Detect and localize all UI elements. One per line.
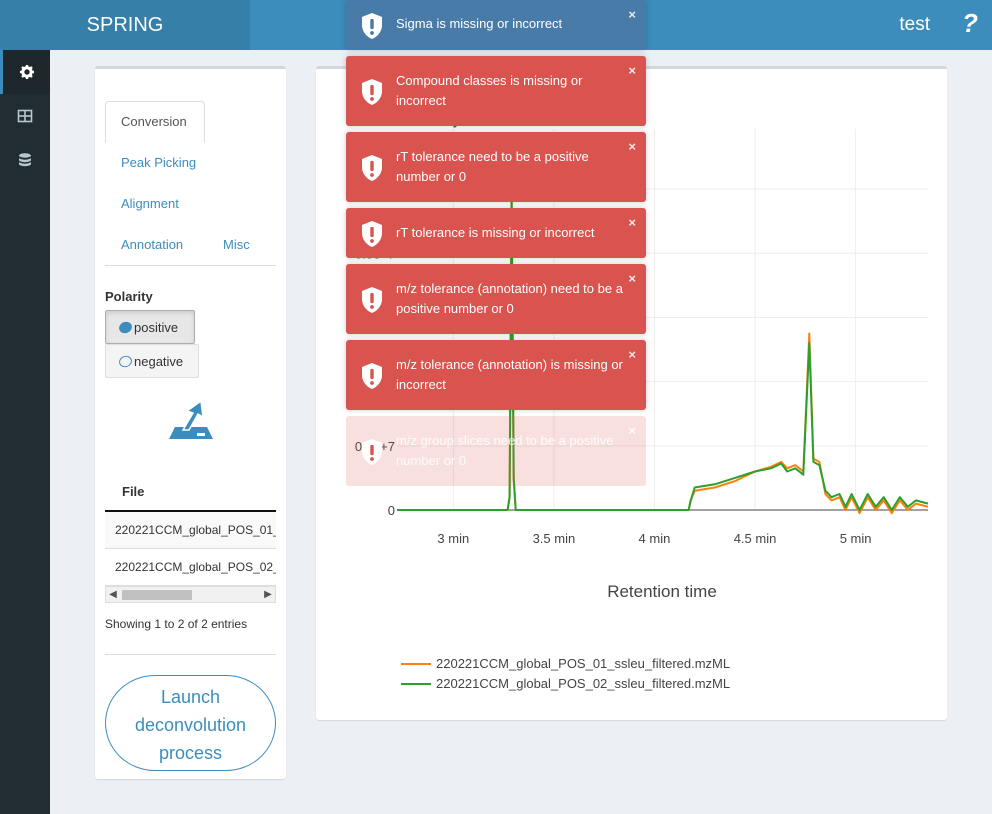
shield-exclamation-icon — [362, 221, 382, 247]
error-notification[interactable]: Sigma is missing or incorrect × — [346, 0, 646, 50]
horizontal-scrollbar[interactable]: ◀ ▶ — [105, 586, 276, 603]
x-axis-title: Retention time — [607, 582, 717, 601]
table-icon — [17, 109, 33, 123]
notification-message: Sigma is missing or incorrect — [396, 16, 563, 31]
close-icon[interactable]: × — [628, 61, 636, 81]
shield-exclamation-icon — [362, 13, 382, 39]
table-entries-info: Showing 1 to 2 of 2 entries — [105, 617, 248, 631]
scroll-left-icon[interactable]: ◀ — [106, 587, 120, 602]
tab-peak-picking[interactable]: Peak Picking — [121, 155, 196, 170]
x-tick-label: 5 min — [840, 531, 872, 546]
polarity-positive-button[interactable]: positive — [105, 310, 195, 344]
radio-unchecked-icon — [117, 353, 134, 369]
error-notification[interactable]: Compound classes is missing or incorrect… — [346, 56, 646, 126]
y-tick-label: 0 — [388, 503, 395, 518]
sidebar-item-database[interactable] — [0, 138, 50, 182]
launch-line-2: deconvolution — [134, 715, 247, 735]
x-tick-label: 4 min — [639, 531, 671, 546]
close-icon[interactable]: × — [628, 421, 636, 441]
close-icon[interactable]: × — [628, 5, 636, 25]
divider — [105, 654, 276, 655]
user-name[interactable]: test — [899, 0, 930, 50]
x-tick-label: 3 min — [437, 531, 469, 546]
error-notification[interactable]: m/z group slices need to be a positive n… — [346, 416, 646, 486]
notification-message: rT tolerance need to be a positive numbe… — [396, 149, 589, 184]
help-icon[interactable]: ? — [962, 8, 978, 39]
shield-exclamation-icon — [362, 363, 382, 389]
database-icon — [19, 153, 31, 167]
legend-entry: 220221CCM_global_POS_02_ssleu_filtered.m… — [436, 676, 730, 691]
shield-exclamation-icon — [362, 439, 382, 465]
legend-entry: 220221CCM_global_POS_01_ssleu_filtered.m… — [436, 656, 730, 671]
shield-exclamation-icon — [362, 287, 382, 313]
notification-message: rT tolerance is missing or incorrect — [396, 225, 595, 240]
launch-line-1: Launch — [160, 687, 221, 707]
sidebar — [0, 50, 50, 814]
tab-annotation[interactable]: Annotation — [121, 237, 183, 252]
gear-icon — [19, 65, 34, 79]
notification-message: m/z tolerance (annotation) is missing or… — [396, 357, 623, 392]
table-row[interactable]: 220221CCM_global_POS_01_ssleu_filtered.m… — [105, 512, 276, 549]
polarity-negative-button[interactable]: negative — [105, 344, 199, 378]
close-icon[interactable]: × — [628, 345, 636, 365]
notification-message: m/z tolerance (annotation) need to be a … — [396, 281, 623, 316]
radio-checked-icon — [117, 319, 134, 335]
upload-icon[interactable] — [167, 399, 215, 443]
launch-line-3: process — [158, 743, 223, 763]
x-tick-label: 4.5 min — [734, 531, 777, 546]
shield-exclamation-icon — [362, 79, 382, 105]
tab-alignment[interactable]: Alignment — [121, 196, 179, 211]
close-icon[interactable]: × — [628, 213, 636, 233]
tab-misc[interactable]: Misc — [223, 237, 250, 252]
scroll-right-icon[interactable]: ▶ — [261, 587, 275, 602]
x-tick-label: 3.5 min — [533, 531, 576, 546]
app-title[interactable]: SPRING — [0, 0, 250, 50]
error-notification[interactable]: rT tolerance need to be a positive numbe… — [346, 132, 646, 202]
tabs-divider — [105, 265, 276, 266]
file-table: File 220221CCM_global_POS_01_ssleu_filte… — [105, 474, 276, 586]
scroll-thumb[interactable] — [122, 590, 192, 600]
polarity-negative-label: negative — [134, 353, 184, 369]
sidebar-item-table[interactable] — [0, 94, 50, 138]
file-column-header[interactable]: File — [105, 474, 276, 512]
error-notification[interactable]: m/z tolerance (annotation) is missing or… — [346, 340, 646, 410]
launch-deconvolution-button[interactable]: Launch deconvolution process — [105, 675, 276, 771]
error-notification[interactable]: rT tolerance is missing or incorrect × — [346, 208, 646, 258]
error-notification[interactable]: m/z tolerance (annotation) need to be a … — [346, 264, 646, 334]
shield-exclamation-icon — [362, 155, 382, 181]
close-icon[interactable]: × — [628, 137, 636, 157]
tab-conversion[interactable]: Conversion — [105, 101, 205, 143]
sidebar-item-settings[interactable] — [0, 50, 50, 94]
close-icon[interactable]: × — [628, 269, 636, 289]
table-row[interactable]: 220221CCM_global_POS_02_ssleu_filtered.m… — [105, 549, 276, 586]
polarity-positive-label: positive — [134, 319, 179, 335]
notification-message: m/z group slices need to be a positive n… — [396, 433, 614, 468]
parameters-box: Conversion Peak Picking Alignment Annota… — [95, 66, 286, 779]
notification-message: Compound classes is missing or incorrect — [396, 73, 583, 108]
polarity-label: Polarity — [105, 289, 153, 304]
